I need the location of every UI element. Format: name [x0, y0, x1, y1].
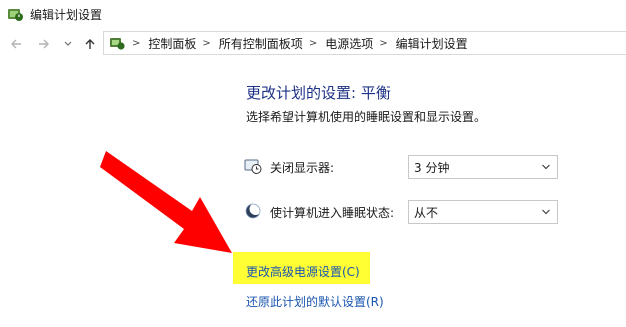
sleep-moon-icon: [245, 203, 262, 219]
sleep-label: 使计算机进入睡眠状态:: [270, 206, 395, 220]
chevron-right-icon: >: [379, 37, 388, 49]
restore-defaults-link[interactable]: 还原此计划的默认设置(R): [246, 293, 384, 310]
advanced-power-settings-link[interactable]: 更改高级电源设置(C): [246, 263, 360, 280]
arrow-right-icon[interactable]: [36, 36, 52, 52]
title-bar: 编辑计划设置: [0, 0, 626, 28]
breadcrumb-all-items[interactable]: 所有控制面板项: [219, 35, 303, 52]
control-panel-icon: [110, 38, 125, 50]
sleep-value: 从不: [414, 205, 439, 220]
arrow-up-icon[interactable]: [82, 36, 98, 52]
setting-row-sleep: 使计算机进入睡眠状态:: [244, 200, 414, 224]
display-off-value: 3 分钟: [414, 160, 450, 175]
page-subtitle: 选择希望计算机使用的睡眠设置和显示设置。: [246, 110, 487, 124]
display-off-select[interactable]: 3 分钟: [408, 155, 558, 179]
navigation-bar: > 控制面板 > 所有控制面板项 > 电源选项 > 编辑计划设置: [0, 28, 626, 60]
breadcrumb-edit-plan[interactable]: 编辑计划设置: [396, 35, 468, 52]
window-title: 编辑计划设置: [30, 8, 103, 22]
power-options-icon: [8, 9, 23, 21]
chevron-right-icon: >: [132, 37, 141, 49]
chevron-down-icon[interactable]: [62, 36, 74, 52]
arrow-left-icon[interactable]: [8, 36, 24, 52]
display-off-label: 关闭显示器:: [270, 161, 335, 175]
chevron-down-icon: [542, 209, 550, 215]
address-bar[interactable]: > 控制面板 > 所有控制面板项 > 电源选项 > 编辑计划设置: [103, 31, 626, 55]
chevron-down-icon: [542, 164, 550, 170]
annotation-arrow-icon: [100, 151, 232, 253]
chevron-right-icon: >: [202, 37, 211, 49]
page-title: 更改计划的设置: 平衡: [246, 84, 391, 102]
breadcrumb-control-panel[interactable]: 控制面板: [148, 35, 196, 52]
sleep-select[interactable]: 从不: [408, 200, 558, 224]
chevron-right-icon: >: [308, 37, 318, 49]
display-timer-icon: [244, 159, 262, 174]
breadcrumb-power-options[interactable]: 电源选项: [325, 35, 373, 52]
